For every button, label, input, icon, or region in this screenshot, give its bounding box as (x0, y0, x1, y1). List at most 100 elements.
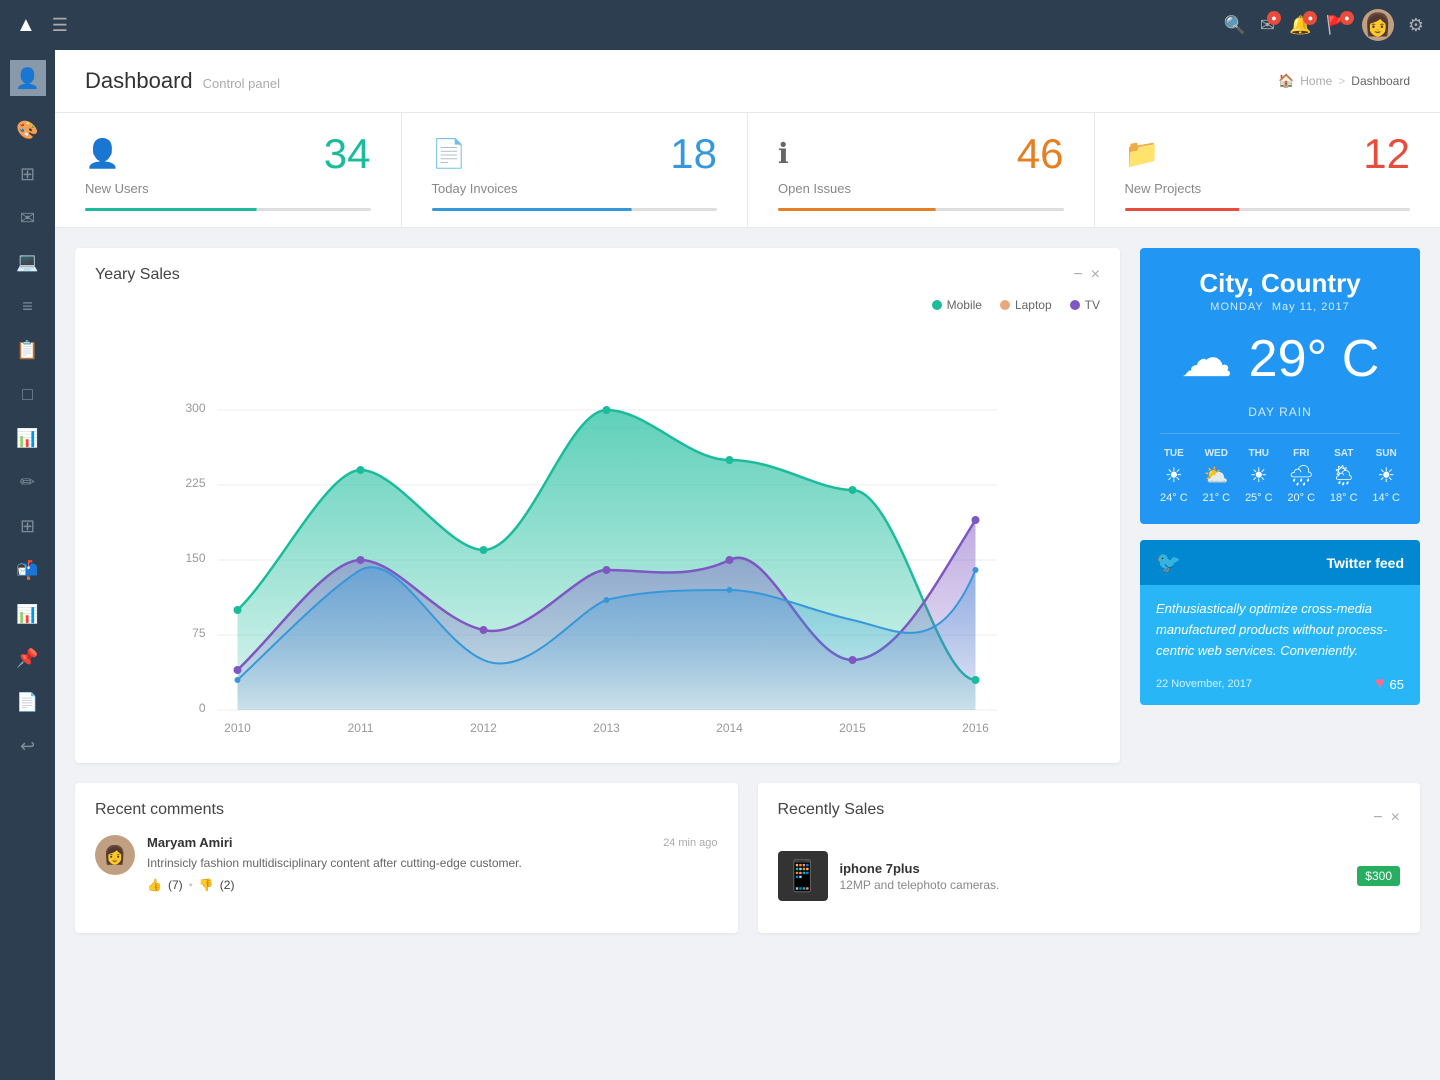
invoices-icon: 📄 (432, 137, 467, 170)
sidebar-item-menu[interactable]: ≡ (8, 286, 48, 326)
comment-body: Maryam Amiri 24 min ago Intrinsicly fash… (147, 835, 718, 892)
bell-icon[interactable]: 🔔 ● (1289, 15, 1311, 36)
twitter-likes-count: 65 (1390, 677, 1404, 692)
svg-text:0: 0 (199, 701, 206, 715)
sales-price-badge: $300 (1357, 866, 1400, 886)
sidebar-avatar[interactable]: 👤 (10, 60, 46, 96)
projects-number: 12 (1363, 133, 1410, 175)
mail-icon[interactable]: ✉ ● (1260, 15, 1275, 36)
twitter-text: Enthusiastically optimize cross-media ma… (1156, 599, 1404, 661)
svg-text:2012: 2012 (470, 721, 497, 735)
forecast-wed-temp: 21° C (1202, 492, 1230, 504)
issues-icon: ℹ (778, 137, 789, 170)
sidebar-item-window[interactable]: □ (8, 374, 48, 414)
legend-tv: TV (1070, 298, 1100, 312)
projects-label: New Projects (1125, 181, 1411, 196)
twitter-likes: ♥ 65 (1375, 675, 1404, 693)
sidebar-item-design[interactable]: 🎨 (8, 110, 48, 150)
sidebar-item-bar-chart[interactable]: 📊 (8, 594, 48, 634)
thumbs-up-icon[interactable]: 👍 (147, 878, 162, 892)
forecast-tue-icon: ☀ (1165, 463, 1183, 488)
page-header: Dashboard Control panel 🏠 Home > Dashboa… (55, 50, 1440, 113)
sidebar-item-clipboard[interactable]: 📋 (8, 330, 48, 370)
hamburger-button[interactable]: ☰ (52, 15, 68, 36)
stat-card-issues: ℹ 46 Open Issues (748, 113, 1095, 227)
search-icon[interactable]: 🔍 (1224, 15, 1246, 36)
forecast-thu-icon: ☀ (1250, 463, 1268, 488)
comment-time: 24 min ago (663, 837, 717, 849)
logo: ▲ (16, 14, 36, 37)
sales-close-button[interactable]: × (1391, 809, 1400, 827)
forecast-sun: SUN ☀ 14° C (1372, 448, 1400, 504)
gear-icon[interactable]: ⚙ (1408, 15, 1424, 36)
svg-text:2010: 2010 (224, 721, 251, 735)
chart-close-button[interactable]: × (1091, 266, 1100, 284)
sales-product-desc: 12MP and telephoto cameras. (840, 878, 1346, 892)
forecast-tue-temp: 24° C (1160, 492, 1188, 504)
weather-card: City, Country MONDAY May 11, 2017 ☁ 29° … (1140, 248, 1420, 524)
svg-text:150: 150 (185, 551, 205, 565)
invoices-bar (432, 208, 718, 211)
sidebar-item-grid[interactable]: ⊞ (8, 154, 48, 194)
sales-info: iphone 7plus 12MP and telephoto cameras. (840, 861, 1346, 892)
svg-text:300: 300 (185, 401, 205, 415)
thumbs-down-count: (2) (220, 878, 235, 892)
twitter-header: 🐦 Twitter feed (1140, 540, 1420, 585)
comment-action-separator: • (189, 878, 193, 892)
comment-text: Intrinsicly fashion multidisciplinary co… (147, 854, 718, 872)
flag-icon[interactable]: 🚩 ● (1325, 15, 1347, 36)
comment-author: Maryam Amiri (147, 835, 233, 850)
sidebar-item-inbox[interactable]: 📬 (8, 550, 48, 590)
sales-minimize-button[interactable]: − (1373, 809, 1382, 827)
svg-text:2016: 2016 (962, 721, 989, 735)
chart-title: Yeary Sales (95, 266, 180, 284)
forecast-thu: THU ☀ 25° C (1245, 448, 1273, 504)
twitter-card: 🐦 Twitter feed Enthusiastically optimize… (1140, 540, 1420, 705)
twitter-footer: 22 November, 2017 ♥ 65 (1140, 675, 1420, 705)
sidebar-item-edit[interactable]: ✏ (8, 462, 48, 502)
forecast-tue-label: TUE (1164, 448, 1184, 459)
sidebar-item-chart-pie[interactable]: 📊 (8, 418, 48, 458)
comment-actions: 👍 (7) • 👎 (2) (147, 878, 718, 892)
thumbs-down-icon[interactable]: 👎 (199, 878, 214, 892)
svg-text:75: 75 (192, 626, 206, 640)
weather-date: MONDAY May 11, 2017 (1160, 301, 1400, 313)
sales-item: 📱 iphone 7plus 12MP and telephoto camera… (778, 851, 1401, 901)
forecast-thu-temp: 25° C (1245, 492, 1273, 504)
stat-card-users: 👤 34 New Users (55, 113, 402, 227)
page-subtitle: Control panel (203, 76, 280, 91)
sidebar: 👤 🎨 ⊞ ✉ 💻 ≡ 📋 □ 📊 ✏ ⊞ 📬 📊 📌 📄 ↩ (0, 50, 55, 1080)
forecast-sat-icon: 🌦 (1331, 463, 1356, 488)
weather-main: ☁ 29° C (1160, 329, 1400, 389)
content-area: Yeary Sales − × Mobile Lapt (55, 228, 1440, 783)
legend-laptop-dot (1000, 300, 1010, 310)
forecast-sun-temp: 14° C (1372, 492, 1400, 504)
bell-badge: ● (1303, 11, 1317, 25)
forecast-fri-label: FRI (1293, 448, 1309, 459)
main-content: Dashboard Control panel 🏠 Home > Dashboa… (55, 50, 1440, 1080)
sidebar-item-reply[interactable]: ↩ (8, 726, 48, 766)
weather-description: DAY RAIN (1160, 405, 1400, 419)
user-avatar[interactable]: 👩 (1362, 9, 1394, 41)
svg-text:225: 225 (185, 476, 205, 490)
thumbs-up-count: (7) (168, 878, 183, 892)
left-panel: Yeary Sales − × Mobile Lapt (75, 248, 1120, 763)
users-bar (85, 208, 371, 211)
chart-legend: Mobile Laptop TV (95, 298, 1100, 312)
yearly-sales-chart: 0 75 150 225 300 2010 (95, 322, 1100, 742)
sidebar-item-table[interactable]: ⊞ (8, 506, 48, 546)
sidebar-item-document[interactable]: 📄 (8, 682, 48, 722)
forecast-thu-label: THU (1248, 448, 1269, 459)
sales-header: Recently Sales − × (778, 801, 1401, 835)
chart-minimize-button[interactable]: − (1073, 266, 1082, 284)
breadcrumb: 🏠 Home > Dashboard (1278, 73, 1410, 89)
forecast-sat-temp: 18° C (1330, 492, 1358, 504)
svg-text:2014: 2014 (716, 721, 743, 735)
sidebar-item-laptop[interactable]: 💻 (8, 242, 48, 282)
sidebar-item-mail[interactable]: ✉ (8, 198, 48, 238)
projects-icon: 📁 (1125, 137, 1160, 170)
twitter-body: Enthusiastically optimize cross-media ma… (1140, 585, 1420, 675)
sidebar-item-pin[interactable]: 📌 (8, 638, 48, 678)
invoices-label: Today Invoices (432, 181, 718, 196)
breadcrumb-home[interactable]: Home (1300, 74, 1332, 88)
